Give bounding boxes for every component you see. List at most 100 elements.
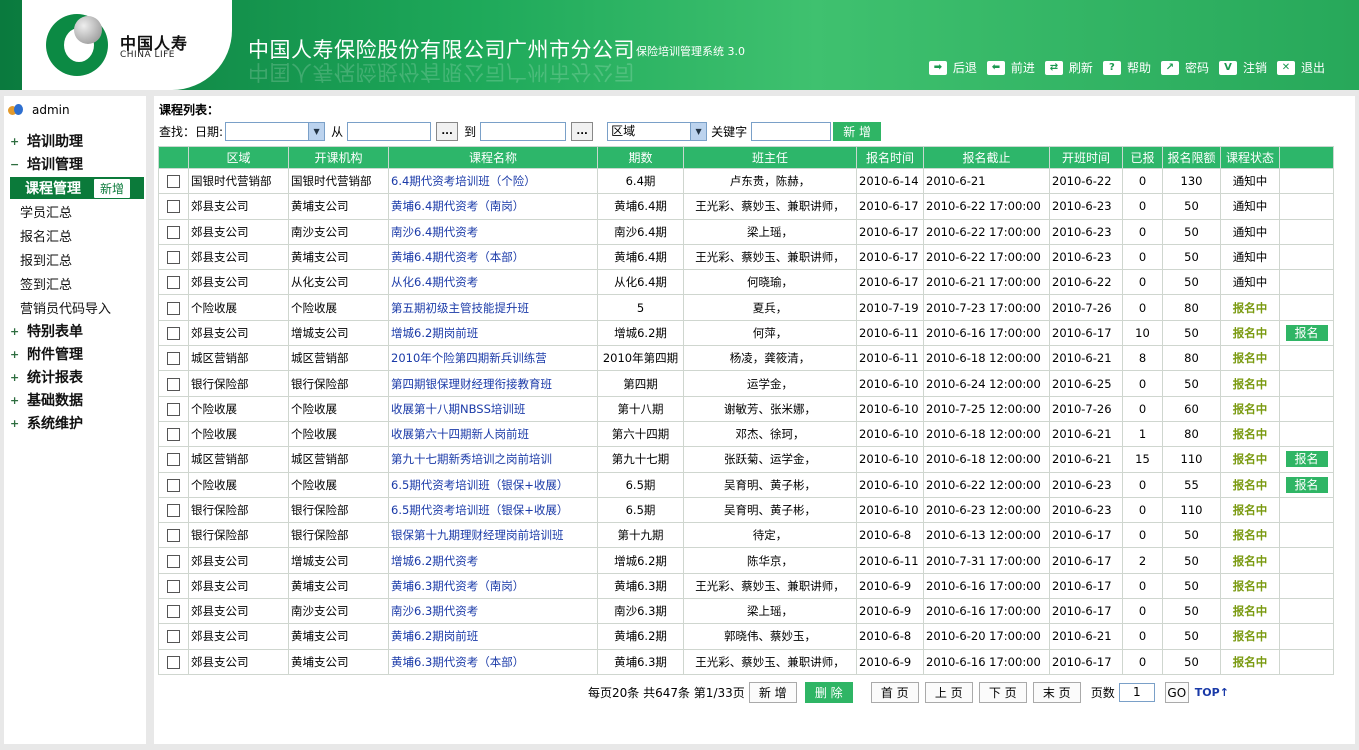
cell-period: 第十九期 <box>597 522 684 549</box>
sidebar-item-course-management[interactable]: 课程管理 新增 <box>10 177 144 199</box>
row-checkbox[interactable] <box>167 579 180 593</box>
row-checkbox[interactable] <box>167 554 180 568</box>
first-page-button[interactable]: 首 页 <box>870 682 919 703</box>
cell-org: 城区营销部 <box>288 446 389 473</box>
delete-button[interactable]: 删 除 <box>804 682 853 703</box>
expand-icon: + <box>10 134 20 148</box>
cell-course-name[interactable]: 从化6.4期代资考 <box>388 269 598 296</box>
date-to-picker-button[interactable]: ... <box>571 122 594 141</box>
sidebar-item-agent-code-import[interactable]: 营销员代码导入 <box>20 298 111 317</box>
back-button[interactable]: ➡ 后退 <box>928 59 977 76</box>
cell-course-name[interactable]: 银保第十九期理财经理岗前培训班 <box>388 522 598 549</box>
signup-button[interactable]: 报名 <box>1285 476 1328 493</box>
cell-course-name[interactable]: 收展第六十四期新人岗前班 <box>388 420 598 448</box>
row-checkbox[interactable] <box>167 276 180 290</box>
cell-org: 黄埔支公司 <box>288 572 389 600</box>
prev-page-button[interactable]: 上 页 <box>924 682 973 703</box>
logout-button[interactable]: V 注销 <box>1218 59 1267 76</box>
cell-course-name[interactable]: 黄埔6.3期代资考（南岗） <box>388 572 598 600</box>
pager-add-button[interactable]: 新 增 <box>748 682 797 703</box>
cell-course-name[interactable]: 第四期银保理财经理衔接教育班 <box>388 370 598 397</box>
sidebar-item-checkin-summary[interactable]: 签到汇总 <box>20 274 72 293</box>
cell-course-name[interactable]: 南沙6.3期代资考 <box>388 598 598 625</box>
keyword-input[interactable] <box>751 122 832 141</box>
date-to-input[interactable] <box>480 122 567 141</box>
next-page-button[interactable]: 下 页 <box>978 682 1027 703</box>
cell-course-name[interactable]: 南沙6.4期代资考 <box>388 218 598 245</box>
cell-region: 个险收展 <box>188 420 289 448</box>
menu-group-training-assistant[interactable]: + 培训助理 <box>10 131 83 151</box>
date-from-input[interactable] <box>347 122 432 141</box>
cell-course-name[interactable]: 黄埔6.4期代资考（南岗） <box>388 193 598 220</box>
sidebar-add-course-button[interactable]: 新增 <box>94 178 131 198</box>
cell-period: 黄埔6.4期 <box>597 193 684 220</box>
cell-course-name[interactable]: 6.5期代资考培训班（银保+收展） <box>388 496 598 524</box>
cell-period: 5 <box>597 294 684 321</box>
row-checkbox[interactable] <box>167 402 180 416</box>
password-button[interactable]: ↗ 密码 <box>1160 59 1209 76</box>
row-checkbox[interactable] <box>167 326 180 340</box>
cell-enrolled: 0 <box>1122 294 1163 321</box>
date-type-select[interactable]: ▼ <box>225 122 326 141</box>
page-number-input[interactable]: 1 <box>1118 683 1155 702</box>
menu-group-special-forms[interactable]: + 特别表单 <box>10 321 83 341</box>
menu-group-label: 基础数据 <box>27 393 83 409</box>
row-checkbox[interactable] <box>167 225 180 239</box>
row-checkbox[interactable] <box>167 377 180 391</box>
row-checkbox[interactable] <box>167 605 180 619</box>
menu-group-attachments[interactable]: + 附件管理 <box>10 344 83 364</box>
cell-course-name[interactable]: 增城6.2期代资考 <box>388 547 598 574</box>
row-checkbox[interactable] <box>167 428 180 442</box>
last-page-button[interactable]: 末 页 <box>1032 682 1081 703</box>
go-button[interactable]: GO <box>1164 682 1189 703</box>
row-checkbox[interactable] <box>167 251 180 265</box>
sidebar-item-report-summary[interactable]: 报到汇总 <box>20 250 72 269</box>
sidebar-item-signup-summary[interactable]: 报名汇总 <box>20 226 72 245</box>
cell-quota: 130 <box>1162 167 1221 195</box>
region-select[interactable]: 区域 ▼ <box>607 122 708 141</box>
current-user: admin <box>8 103 70 117</box>
row-select-cell <box>158 319 189 347</box>
row-checkbox[interactable] <box>167 352 180 366</box>
cell-period: 6.5期 <box>597 496 684 524</box>
cell-course-name[interactable]: 6.5期代资考培训班（银保+收展） <box>388 471 598 498</box>
date-from-picker-button[interactable]: ... <box>436 122 459 141</box>
row-checkbox[interactable] <box>167 504 180 517</box>
cell-org: 黄埔支公司 <box>288 623 389 650</box>
cell-course-name[interactable]: 黄埔6.3期代资考（本部） <box>388 648 598 675</box>
cell-course-name[interactable]: 第九十七期新秀培训之岗前培训 <box>388 446 598 473</box>
cell-course-name[interactable]: 黄埔6.2期岗前班 <box>388 623 598 650</box>
exit-button[interactable]: ✕ 退出 <box>1276 59 1325 76</box>
cell-course-name[interactable]: 收展第十八期NBSS培训班 <box>388 395 598 422</box>
row-checkbox[interactable] <box>167 200 180 214</box>
row-checkbox[interactable] <box>167 655 180 669</box>
cell-region: 郊县支公司 <box>188 193 289 220</box>
row-checkbox[interactable] <box>167 453 180 467</box>
menu-group-statistics[interactable]: + 统计报表 <box>10 367 83 387</box>
forward-button[interactable]: ⬅ 前进 <box>986 59 1035 76</box>
row-checkbox[interactable] <box>167 478 180 492</box>
help-button[interactable]: ? 帮助 <box>1102 59 1151 76</box>
cell-course-name[interactable]: 2010年个险第四期新兵训练营 <box>388 345 598 372</box>
row-checkbox[interactable] <box>167 630 180 644</box>
signup-button[interactable]: 报名 <box>1285 451 1328 468</box>
cell-deadline: 2010-6-13 12:00:00 <box>923 522 1050 549</box>
menu-group-system-maintenance[interactable]: + 系统维护 <box>10 413 83 433</box>
cell-course-name[interactable]: 增城6.2期岗前班 <box>388 319 598 347</box>
sidebar-item-student-summary[interactable]: 学员汇总 <box>20 202 72 221</box>
menu-group-training-management[interactable]: − 培训管理 <box>10 154 83 174</box>
add-course-button[interactable]: 新 增 <box>833 122 882 141</box>
row-checkbox[interactable] <box>167 529 180 543</box>
cell-course-name[interactable]: 第五期初级主管技能提升班 <box>388 294 598 321</box>
refresh-button[interactable]: ⇄ 刷新 <box>1044 59 1093 76</box>
cell-course-name[interactable]: 6.4期代资考培训班（个险） <box>388 167 598 195</box>
col-enrolled: 已报 <box>1122 146 1163 169</box>
top-link[interactable]: TOP↑ <box>1195 686 1229 699</box>
menu-group-base-data[interactable]: + 基础数据 <box>10 390 83 410</box>
cell-course-name[interactable]: 黄埔6.4期代资考（本部） <box>388 243 598 271</box>
signup-button[interactable]: 报名 <box>1285 324 1328 341</box>
row-checkbox[interactable] <box>167 175 180 189</box>
table-row: 郊县支公司 黄埔支公司 黄埔6.2期岗前班 黄埔6.2期 郭晓伟、蔡妙玉， 2010-6-… <box>158 623 1334 650</box>
row-checkbox[interactable] <box>167 301 180 315</box>
row-select-cell <box>158 420 189 448</box>
